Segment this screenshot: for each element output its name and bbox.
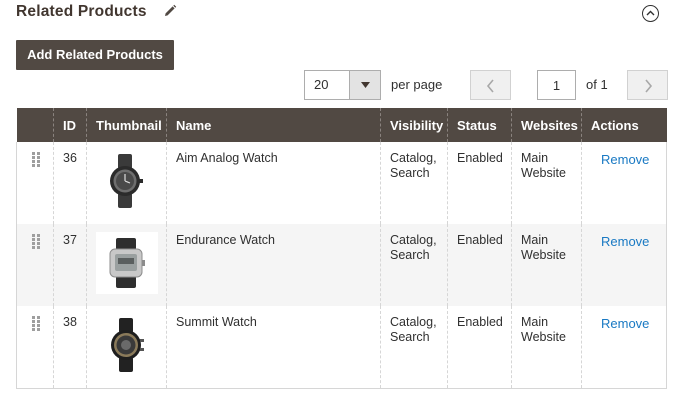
product-id: 37 bbox=[53, 224, 87, 306]
section-title: Related Products bbox=[16, 3, 147, 20]
total-pages-label: of 1 bbox=[586, 77, 608, 92]
col-header-name[interactable]: Name bbox=[166, 108, 381, 142]
silver-digital-watch-icon bbox=[109, 238, 145, 288]
page-number-input[interactable] bbox=[537, 70, 576, 100]
col-header-actions: Actions bbox=[581, 108, 667, 142]
drag-handle-icon[interactable] bbox=[32, 316, 41, 332]
product-websites: Main Website bbox=[511, 142, 582, 224]
pencil-icon[interactable] bbox=[163, 4, 177, 18]
product-thumbnail bbox=[96, 232, 158, 294]
per-page-toggle[interactable] bbox=[349, 71, 380, 99]
chevron-down-icon bbox=[361, 82, 370, 88]
product-visibility: Catalog, Search bbox=[380, 306, 448, 389]
col-header-visibility[interactable]: Visibility bbox=[380, 108, 448, 142]
table-row: 38 Summit Watch Catalog, Search Enabled M… bbox=[16, 306, 667, 389]
related-products-grid: ID Thumbnail Name Visibility Status Webs… bbox=[16, 108, 667, 389]
table-row: 37 Endurance Watch Catalog, Search Enable… bbox=[16, 224, 667, 306]
product-websites: Main Website bbox=[511, 224, 582, 306]
add-related-products-button[interactable]: Add Related Products bbox=[16, 40, 174, 70]
remove-link[interactable]: Remove bbox=[601, 152, 657, 167]
product-id: 36 bbox=[53, 142, 87, 224]
product-name: Aim Analog Watch bbox=[166, 142, 381, 224]
drag-handle-icon[interactable] bbox=[32, 152, 41, 168]
product-name: Summit Watch bbox=[166, 306, 381, 389]
product-websites: Main Website bbox=[511, 306, 582, 389]
drag-handle-icon[interactable] bbox=[32, 234, 41, 250]
per-page-value: 20 bbox=[314, 77, 329, 92]
col-header-drag bbox=[16, 108, 54, 142]
chevron-right-icon bbox=[645, 79, 653, 93]
product-thumbnail bbox=[96, 150, 158, 212]
product-thumbnail bbox=[96, 314, 158, 376]
product-id: 38 bbox=[53, 306, 87, 389]
black-analog-watch-icon bbox=[110, 154, 143, 208]
product-visibility: Catalog, Search bbox=[380, 224, 448, 306]
next-page-button[interactable] bbox=[627, 70, 668, 100]
grid-header-row: ID Thumbnail Name Visibility Status Webs… bbox=[16, 108, 667, 142]
col-header-status[interactable]: Status bbox=[447, 108, 512, 142]
collapse-icon[interactable] bbox=[642, 5, 659, 22]
product-status: Enabled bbox=[447, 142, 512, 224]
product-status: Enabled bbox=[447, 306, 512, 389]
per-page-select[interactable]: 20 bbox=[304, 70, 381, 100]
per-page-label: per page bbox=[391, 77, 443, 92]
product-name: Endurance Watch bbox=[166, 224, 381, 306]
remove-link[interactable]: Remove bbox=[601, 316, 657, 331]
previous-page-button[interactable] bbox=[470, 70, 511, 100]
remove-link[interactable]: Remove bbox=[601, 234, 657, 249]
black-sport-watch-icon bbox=[111, 318, 144, 372]
table-row: 36 Aim Analog Watch Catalog, Search Enabl… bbox=[16, 142, 667, 224]
col-header-thumbnail: Thumbnail bbox=[86, 108, 167, 142]
product-visibility: Catalog, Search bbox=[380, 142, 448, 224]
col-header-websites[interactable]: Websites bbox=[511, 108, 582, 142]
col-header-id[interactable]: ID bbox=[53, 108, 87, 142]
product-status: Enabled bbox=[447, 224, 512, 306]
chevron-left-icon bbox=[486, 79, 494, 93]
